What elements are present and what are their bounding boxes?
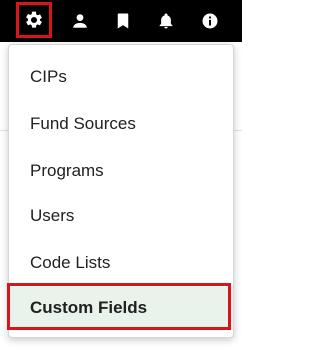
menu-item-label: Fund Sources (30, 114, 136, 133)
menu-item-users[interactable]: Users (9, 196, 233, 236)
menu-item-cips[interactable]: CIPs (9, 57, 233, 97)
menu-item-programs[interactable]: Programs (9, 151, 233, 191)
menu-item-label: Custom Fields (30, 298, 148, 317)
settings-dropdown-menu: CIPs Fund Sources Programs Users Code Li… (8, 44, 234, 338)
menu-item-label: Code Lists (30, 253, 111, 272)
menu-item-fund-sources[interactable]: Fund Sources (9, 104, 233, 144)
user-button[interactable] (60, 0, 100, 42)
notifications-button[interactable] (146, 0, 186, 42)
top-navigation-bar (0, 0, 242, 42)
user-icon (73, 14, 87, 28)
settings-button[interactable] (16, 2, 52, 38)
bell-icon (159, 13, 173, 29)
menu-item-label: Users (30, 206, 75, 225)
menu-item-label: Programs (30, 161, 104, 180)
bookmark-button[interactable] (103, 0, 143, 42)
info-button[interactable] (190, 0, 230, 42)
info-icon (202, 13, 218, 29)
menu-item-code-lists[interactable]: Code Lists (9, 243, 233, 283)
menu-item-label: CIPs (30, 67, 67, 86)
menu-item-custom-fields[interactable]: Custom Fields (9, 287, 233, 329)
bookmark-icon (117, 13, 129, 29)
gear-icon (26, 11, 42, 28)
